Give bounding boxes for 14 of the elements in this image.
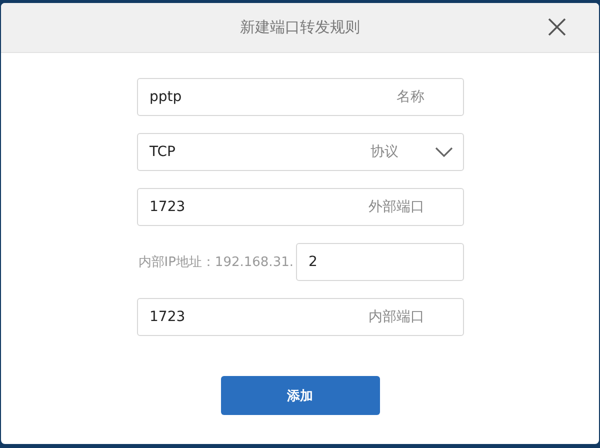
- text-field[interactable]: 1723 外部端口: [136, 188, 464, 226]
- field-label: 外部端口: [368, 198, 426, 216]
- ip-input-field[interactable]: 2: [296, 243, 464, 281]
- field-label: 名称: [396, 88, 426, 106]
- text-field[interactable]: 1723 内部端口: [136, 298, 464, 336]
- field-label: 内部端口: [368, 308, 426, 326]
- protocol-select[interactable]: TCP 协议: [136, 133, 464, 171]
- field-label: 协议: [370, 143, 400, 161]
- chevron-down-icon: [434, 147, 452, 157]
- add-button[interactable]: 添加: [220, 376, 380, 415]
- ip-prefix-label: 内部IP地址：192.168.31.: [138, 254, 294, 271]
- dialog-title: 新建端口转发规则: [240, 18, 360, 37]
- close-icon[interactable]: [547, 17, 567, 37]
- text-field[interactable]: pptp 名称: [136, 78, 464, 116]
